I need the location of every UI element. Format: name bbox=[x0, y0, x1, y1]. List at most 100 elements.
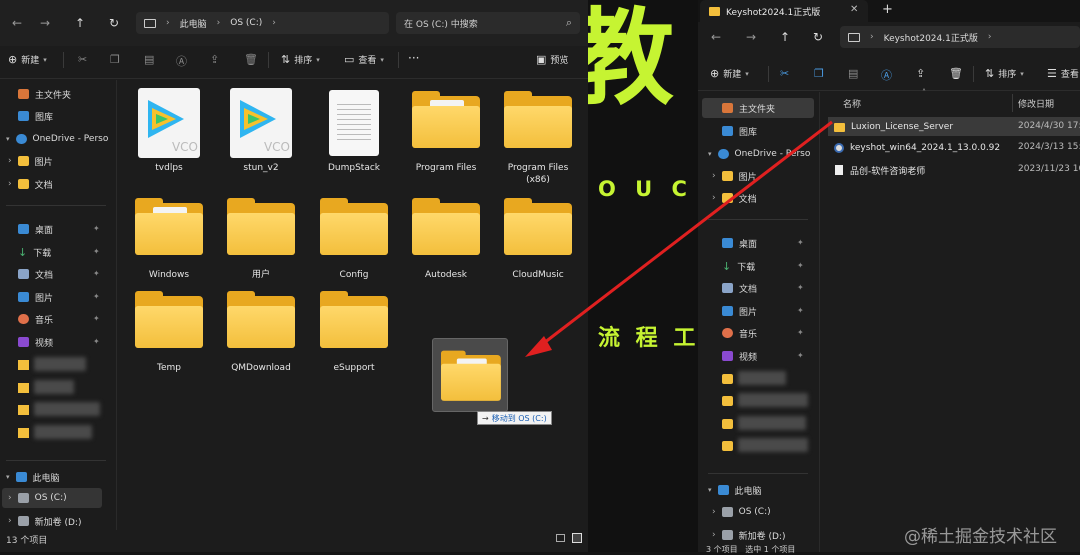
pin-icon[interactable]: ✦ bbox=[797, 261, 804, 270]
address-bar[interactable]: › 此电脑 › OS (C:) › bbox=[136, 12, 389, 34]
pin-icon[interactable]: ✦ bbox=[93, 314, 100, 323]
copy-icon[interactable]: ❐ bbox=[814, 67, 824, 80]
file-item-dumpstack[interactable]: DumpStack bbox=[313, 88, 395, 174]
nav-documents[interactable]: 文档 bbox=[18, 264, 53, 284]
file-item-esupport[interactable]: eSupport bbox=[313, 296, 395, 374]
forward-button[interactable]: → bbox=[742, 28, 760, 46]
pin-icon[interactable]: ✦ bbox=[797, 351, 804, 360]
sort-button[interactable]: ⇅ 排序 ▾ bbox=[281, 53, 320, 66]
new-button[interactable]: ⊕ 新建 ▾ bbox=[8, 53, 47, 66]
address-bar[interactable]: › Keyshot2024.1正式版 › bbox=[840, 26, 1080, 48]
pin-icon[interactable]: ✦ bbox=[797, 283, 804, 292]
up-button[interactable]: ↑ bbox=[71, 14, 89, 32]
column-header-name[interactable]: 名称 bbox=[843, 97, 861, 110]
back-button[interactable]: ← bbox=[707, 28, 725, 46]
file-item-tvdlps[interactable]: VCO tvdlps bbox=[128, 88, 210, 174]
nav-downloads[interactable]: ↓下载 bbox=[722, 256, 755, 276]
file-row-pinchuang[interactable]: 品创-软件咨询老师 bbox=[830, 160, 925, 180]
up-button[interactable]: ↑ bbox=[776, 28, 794, 46]
nav-documents[interactable]: 文档 bbox=[722, 278, 757, 298]
file-item-config[interactable]: Config bbox=[313, 203, 395, 281]
delete-icon[interactable]: 🗑 bbox=[244, 53, 258, 66]
nav-onedrive-docs[interactable]: ›文档 bbox=[712, 188, 757, 208]
nav-home[interactable]: 主文件夹 bbox=[18, 84, 71, 104]
blurred-nav-item[interactable] bbox=[738, 416, 806, 430]
sort-button[interactable]: ⇅ 排序 ▾ bbox=[985, 67, 1024, 80]
nav-onedrive[interactable]: ▾OneDrive - Perso bbox=[708, 144, 810, 164]
file-row-keyshot-installer[interactable]: keyshot_win64_2024.1_13.0.0.92 bbox=[830, 138, 1000, 158]
nav-gallery[interactable]: 图库 bbox=[18, 106, 53, 126]
back-button[interactable]: ← bbox=[8, 14, 26, 32]
file-item-autodesk[interactable]: Autodesk bbox=[405, 203, 487, 281]
nav-onedrive-pictures[interactable]: ›图片 bbox=[712, 166, 757, 186]
blurred-nav-item[interactable] bbox=[738, 393, 808, 407]
rename-icon[interactable]: Ⓐ bbox=[176, 53, 187, 69]
pin-icon[interactable]: ✦ bbox=[93, 224, 100, 233]
file-item-program-files-x86[interactable]: Program Files (x86) bbox=[497, 96, 579, 186]
blurred-nav-item[interactable] bbox=[34, 357, 86, 371]
nav-d-drive[interactable]: ›新加卷 (D:) bbox=[712, 525, 785, 545]
nav-home[interactable]: 主文件夹 bbox=[702, 98, 814, 118]
tab-keyshot[interactable]: Keyshot2024.1正式版 bbox=[700, 0, 868, 22]
pin-icon[interactable]: ✦ bbox=[93, 247, 100, 256]
nav-music[interactable]: 音乐 bbox=[18, 309, 53, 329]
nav-videos[interactable]: 视频 bbox=[18, 332, 53, 352]
pin-icon[interactable]: ✦ bbox=[93, 292, 100, 301]
nav-c-drive[interactable]: ›OS (C:) bbox=[712, 502, 771, 522]
file-item-temp[interactable]: Temp bbox=[128, 296, 210, 374]
search-box[interactable]: 在 OS (C:) 中搜索 ⌕ bbox=[396, 12, 580, 34]
file-item-qmdownload[interactable]: QMDownload bbox=[220, 296, 302, 374]
file-item-stun-v2[interactable]: VCO stun_v2 bbox=[220, 88, 302, 174]
nav-videos[interactable]: 视频 bbox=[722, 346, 757, 366]
forward-button[interactable]: → bbox=[36, 14, 54, 32]
nav-desktop[interactable]: 桌面 bbox=[722, 233, 757, 253]
nav-this-pc[interactable]: ▾此电脑 bbox=[6, 467, 60, 487]
nav-pictures[interactable]: 图片 bbox=[722, 301, 757, 321]
nav-c-drive[interactable]: ›OS (C:) bbox=[2, 488, 102, 508]
file-item-program-files[interactable]: Program Files bbox=[405, 96, 487, 174]
file-item-windows[interactable]: Windows bbox=[128, 203, 210, 281]
nav-onedrive[interactable]: ▾OneDrive - Perso bbox=[6, 129, 108, 149]
preview-button[interactable]: ▣ 预览 bbox=[536, 53, 568, 66]
paste-icon[interactable]: ▤ bbox=[848, 67, 858, 80]
new-button[interactable]: ⊕ 新建 ▾ bbox=[710, 67, 749, 80]
pin-icon[interactable]: ✦ bbox=[797, 328, 804, 337]
blurred-nav-item[interactable] bbox=[34, 380, 74, 394]
blurred-nav-item[interactable] bbox=[34, 425, 92, 439]
new-tab-icon[interactable]: + bbox=[882, 2, 893, 17]
breadcrumb-this-pc[interactable]: 此电脑 bbox=[180, 17, 207, 30]
nav-gallery[interactable]: 图库 bbox=[722, 121, 757, 141]
blurred-nav-item[interactable] bbox=[34, 402, 100, 416]
tiles-view-icon[interactable] bbox=[572, 533, 582, 543]
view-button[interactable]: ☰ 查看 bbox=[1047, 67, 1079, 80]
nav-d-drive[interactable]: ›新加卷 (D:) bbox=[8, 511, 81, 531]
nav-this-pc[interactable]: ▾此电脑 bbox=[708, 480, 762, 500]
column-header-date[interactable]: 修改日期 bbox=[1018, 97, 1054, 110]
pin-icon[interactable]: ✦ bbox=[797, 238, 804, 247]
details-view-icon[interactable] bbox=[556, 534, 565, 542]
view-button[interactable]: ▭ 查看 ▾ bbox=[344, 53, 384, 66]
pin-icon[interactable]: ✦ bbox=[93, 269, 100, 278]
more-button[interactable]: ··· bbox=[408, 51, 419, 65]
share-icon[interactable]: ⇪ bbox=[916, 67, 925, 80]
nav-desktop[interactable]: 桌面 bbox=[18, 219, 53, 239]
cut-icon[interactable]: ✂ bbox=[780, 67, 789, 80]
breadcrumb-keyshot[interactable]: Keyshot2024.1正式版 bbox=[884, 31, 978, 44]
nav-onedrive-docs[interactable]: ›文档 bbox=[8, 174, 53, 194]
cut-icon[interactable]: ✂ bbox=[78, 53, 87, 66]
share-icon[interactable]: ⇪ bbox=[210, 53, 219, 66]
delete-icon[interactable]: 🗑 bbox=[949, 67, 963, 80]
paste-icon[interactable]: ▤ bbox=[144, 53, 154, 66]
nav-music[interactable]: 音乐 bbox=[722, 323, 757, 343]
blurred-nav-item[interactable] bbox=[738, 438, 808, 452]
file-row-luxion-license-server[interactable]: Luxion_License_Server bbox=[830, 117, 953, 137]
blurred-nav-item[interactable] bbox=[738, 371, 786, 385]
copy-icon[interactable]: ❐ bbox=[110, 53, 120, 66]
refresh-button[interactable]: ↻ bbox=[105, 14, 123, 32]
rename-icon[interactable]: Ⓐ bbox=[881, 67, 892, 83]
close-tab-icon[interactable]: ✕ bbox=[850, 4, 858, 15]
pin-icon[interactable]: ✦ bbox=[93, 337, 100, 346]
breadcrumb-c-drive[interactable]: OS (C:) bbox=[230, 18, 262, 28]
nav-downloads[interactable]: ↓下载 bbox=[18, 242, 51, 262]
nav-pictures[interactable]: 图片 bbox=[18, 287, 53, 307]
